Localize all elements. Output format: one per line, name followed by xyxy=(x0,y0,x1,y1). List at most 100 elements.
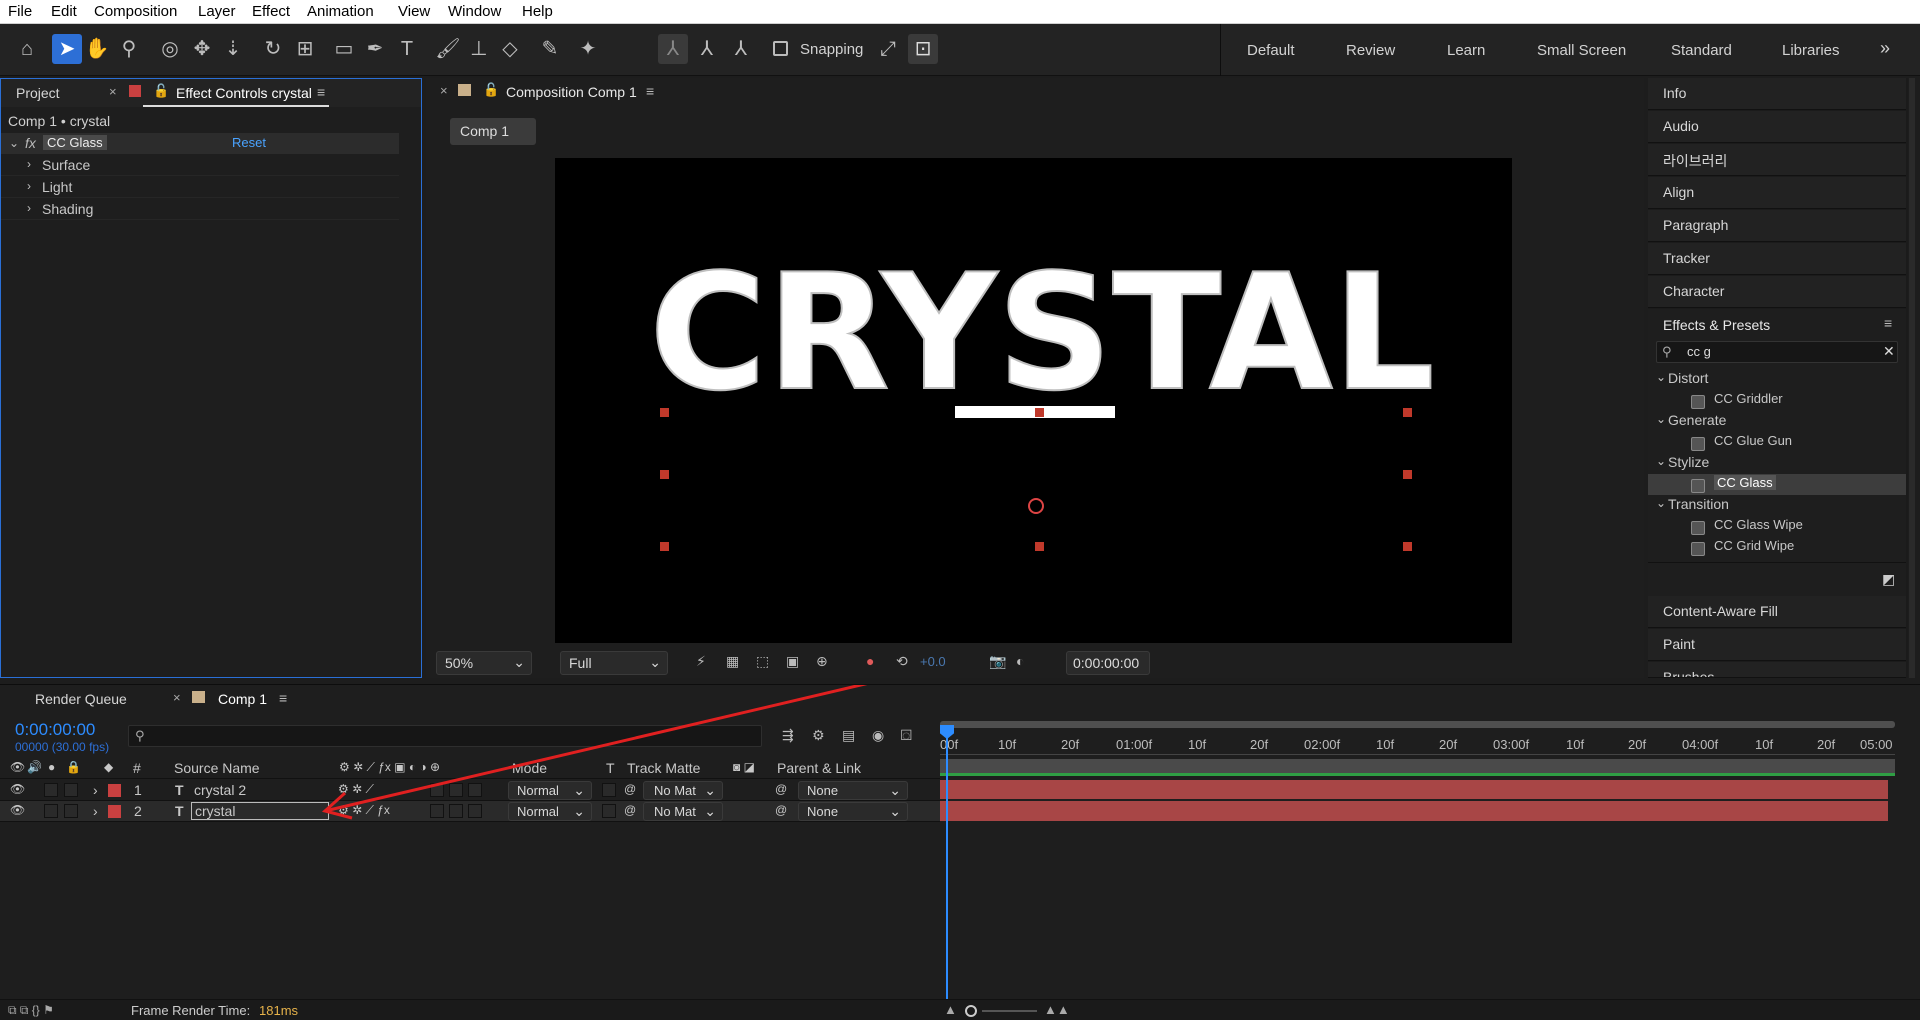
transform-handle[interactable] xyxy=(660,470,669,479)
close-icon[interactable]: × xyxy=(109,84,117,99)
panel-content-aware-fill[interactable]: Content-Aware Fill xyxy=(1648,596,1906,628)
clone-stamp-tool-icon[interactable]: ⊥ xyxy=(464,34,494,64)
timeline-search-field[interactable]: ⚲ xyxy=(128,725,762,747)
pan-camera-icon[interactable]: ✥ xyxy=(187,34,217,64)
timeline-layer-row[interactable]: 👁 › 2 T crystal ⚙ ✲ ⟋ ƒx Normal ⌄ @ No Ma… xyxy=(0,801,940,822)
playhead-line[interactable] xyxy=(946,727,948,1020)
layer-switch-box[interactable] xyxy=(468,783,482,797)
timeline-graph-area[interactable]: 00f 10f 20f 01:00f 10f 20f 02:00f 10f 20… xyxy=(940,721,1900,1020)
snapshot-icon[interactable]: 📷 xyxy=(989,653,1006,670)
col-source-name[interactable]: Source Name xyxy=(174,760,260,776)
fx-icon[interactable]: fx xyxy=(25,135,36,151)
color-management-icon[interactable]: ⟲ xyxy=(896,653,908,670)
transform-handle[interactable] xyxy=(1035,542,1044,551)
layer-label-color[interactable] xyxy=(108,805,121,818)
category-generate[interactable]: ⌄ Generate xyxy=(1648,411,1906,432)
show-snapshot-icon[interactable]: ◐ xyxy=(1016,653,1024,669)
menu-effect[interactable]: Effect xyxy=(252,3,290,20)
reset-link[interactable]: Reset xyxy=(232,135,266,150)
close-icon[interactable]: × xyxy=(173,690,181,705)
right-panel-scrollbar[interactable] xyxy=(1909,78,1915,678)
audio-icon[interactable]: 🔊 xyxy=(27,760,42,774)
region-of-interest-icon[interactable]: ▣ xyxy=(786,653,799,670)
effect-row-cc-glass[interactable]: ⌄ fx CC Glass Reset xyxy=(1,133,399,154)
category-distort[interactable]: ⌄ Distort xyxy=(1648,369,1906,390)
zoom-slider-handle[interactable] xyxy=(965,1005,977,1017)
zoom-tool-icon[interactable]: ⚲ xyxy=(114,34,144,64)
workspace-small-screen[interactable]: Small Screen xyxy=(1537,42,1626,59)
clear-search-icon[interactable]: ✕ xyxy=(1883,343,1895,360)
mask-visibility-icon[interactable]: ⬚ xyxy=(756,653,769,670)
group-surface[interactable]: › Surface xyxy=(1,155,399,176)
chevron-down-icon[interactable]: ⌄ xyxy=(9,136,23,150)
effect-item-cc-grid-wipe[interactable]: CC Grid Wipe xyxy=(1648,537,1906,558)
group-light[interactable]: › Light xyxy=(1,177,399,198)
tab-project[interactable]: Project xyxy=(16,85,60,101)
eraser-tool-icon[interactable]: ◇ xyxy=(495,34,525,64)
track-matte-dropdown[interactable]: No Mat ⌄ xyxy=(643,781,723,800)
eye-icon[interactable]: 👁 xyxy=(10,782,25,796)
zoom-dropdown[interactable]: 50% ⌄ xyxy=(436,651,532,675)
panel-character[interactable]: Character xyxy=(1648,276,1906,308)
chevron-right-icon[interactable]: › xyxy=(93,782,98,798)
panel-menu-icon[interactable]: ≡ xyxy=(279,690,287,706)
parent-pickwhip-icon[interactable]: @ xyxy=(775,782,787,796)
solo-switch[interactable] xyxy=(44,804,58,818)
pickwhip-icon[interactable]: @ xyxy=(624,782,636,796)
rectangle-tool-icon[interactable]: ▭ xyxy=(329,34,359,64)
shy-layers-icon[interactable]: ▤ xyxy=(842,727,855,744)
chevron-right-icon[interactable]: › xyxy=(93,803,98,819)
panel-brushes[interactable]: Brushes xyxy=(1648,662,1906,678)
selection-tool-icon[interactable]: ➤ xyxy=(52,34,82,64)
menu-help[interactable]: Help xyxy=(522,3,553,20)
chevron-right-icon[interactable]: › xyxy=(27,179,41,193)
mode-dropdown[interactable]: Normal ⌄ xyxy=(508,802,592,821)
tab-comp[interactable]: Comp 1 xyxy=(218,691,267,707)
view-axis-icon[interactable]: ⅄ xyxy=(726,34,756,64)
layer-label-color[interactable] xyxy=(108,784,121,797)
chevron-right-icon[interactable]: › xyxy=(27,201,41,215)
workspace-overflow-icon[interactable]: » xyxy=(1880,38,1890,59)
panel-paragraph[interactable]: Paragraph xyxy=(1648,210,1906,242)
frame-blending-icon[interactable]: ◉ xyxy=(872,727,884,744)
orbit-camera-icon[interactable]: ◎ xyxy=(155,34,185,64)
color-channels-icon[interactable]: ● xyxy=(866,653,874,669)
transform-handle[interactable] xyxy=(660,408,669,417)
fast-previews-icon[interactable]: ⚡ xyxy=(696,653,706,670)
menu-animation[interactable]: Animation xyxy=(307,3,374,20)
preserve-transparency-switch[interactable] xyxy=(602,783,616,797)
workspace-libraries[interactable]: Libraries xyxy=(1782,42,1840,59)
home-icon[interactable]: ⌂ xyxy=(12,34,42,64)
transform-handle[interactable] xyxy=(660,542,669,551)
brush-tool-icon[interactable]: 🖌 xyxy=(433,34,463,64)
category-stylize[interactable]: ⌄ Stylize xyxy=(1648,453,1906,474)
time-ruler[interactable]: 00f 10f 20f 01:00f 10f 20f 02:00f 10f 20… xyxy=(940,731,1895,755)
anchor-point-icon[interactable] xyxy=(1028,498,1044,514)
zoom-in-icon[interactable]: ▲▲ xyxy=(1044,1002,1070,1017)
preserve-transparency-switch[interactable] xyxy=(602,804,616,818)
transform-handle[interactable] xyxy=(1403,470,1412,479)
transform-handle[interactable] xyxy=(1403,542,1412,551)
comp-timecode[interactable]: 0:00:00:00 xyxy=(1066,651,1150,675)
menu-composition[interactable]: Composition xyxy=(94,3,177,20)
layer-bar-1[interactable] xyxy=(940,780,1888,799)
pan-behind-tool-icon[interactable]: ⊞ xyxy=(290,34,320,64)
layer-switch-box[interactable] xyxy=(449,804,463,818)
tab-effect-controls[interactable]: Effect Controls crystal xyxy=(176,85,312,101)
transparency-grid-icon[interactable]: ▦ xyxy=(726,653,739,670)
snap-edges-icon[interactable]: ⤢ xyxy=(873,34,903,64)
effect-item-cc-glue-gun[interactable]: CC Glue Gun xyxy=(1648,432,1906,453)
layer-name[interactable]: crystal xyxy=(191,802,329,820)
transform-handle[interactable] xyxy=(1035,408,1044,417)
menu-view[interactable]: View xyxy=(398,3,430,20)
rotation-tool-icon[interactable]: ↻ xyxy=(258,34,288,64)
panel-menu-icon[interactable]: ≡ xyxy=(646,83,654,99)
menu-edit[interactable]: Edit xyxy=(51,3,77,20)
panel-audio[interactable]: Audio xyxy=(1648,111,1906,143)
dolly-camera-icon[interactable]: ⇣ xyxy=(218,34,248,64)
workspace-review[interactable]: Review xyxy=(1346,42,1395,59)
draft-3d-icon[interactable]: ⚙ xyxy=(812,727,825,744)
track-matte-dropdown[interactable]: No Mat ⌄ xyxy=(643,802,723,821)
transform-handle[interactable] xyxy=(1403,408,1412,417)
graph-editor-icon[interactable]: ☐ xyxy=(900,727,913,744)
